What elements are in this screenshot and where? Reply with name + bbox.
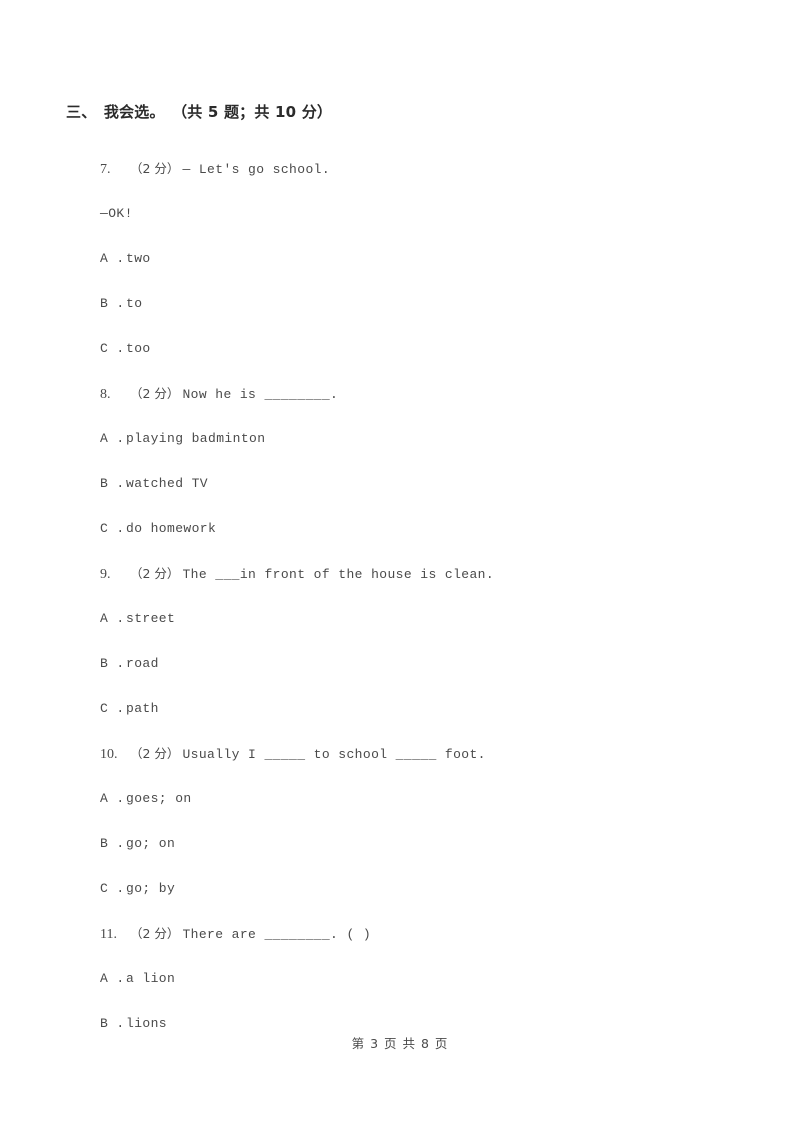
question-stem-line: 10. （2 分） Usually I _____ to school _____ … bbox=[100, 731, 740, 776]
exam-paper-page: 三、 我会选。 （共 5 题；共 10 分） 7. （2 分） — Let's go… bbox=[0, 0, 800, 1132]
option-text: go; by bbox=[126, 881, 176, 896]
question-score: （2 分） bbox=[130, 746, 180, 761]
question-option[interactable]: A .goes; on bbox=[100, 776, 740, 821]
option-letter: B . bbox=[100, 656, 125, 671]
option-letter: C . bbox=[100, 701, 125, 716]
question-option[interactable]: C .go; by bbox=[100, 866, 740, 911]
question-item: 9. （2 分） The ___in front of the house is c… bbox=[100, 551, 740, 731]
option-letter: A . bbox=[100, 431, 125, 446]
question-option[interactable]: A .a lion bbox=[100, 956, 740, 1001]
question-item: 7. （2 分） — Let's go school. —OK! A .two B … bbox=[100, 146, 740, 371]
option-text: go; on bbox=[126, 836, 176, 851]
question-continuation: —OK! bbox=[100, 206, 133, 221]
option-letter: A . bbox=[100, 971, 125, 986]
option-letter: C . bbox=[100, 341, 125, 356]
option-text: a lion bbox=[126, 971, 176, 986]
question-option[interactable]: A .two bbox=[100, 236, 740, 281]
question-stem-line: 11. （2 分） There are ________. ( ) bbox=[100, 911, 740, 956]
option-letter: A . bbox=[100, 791, 125, 806]
question-option[interactable]: B .watched TV bbox=[100, 461, 740, 506]
page-footer: 第 3 页 共 8 页 bbox=[351, 1036, 449, 1051]
option-text: goes; on bbox=[126, 791, 192, 806]
question-option[interactable]: A .playing badminton bbox=[100, 416, 740, 461]
question-score: （2 分） bbox=[130, 161, 180, 176]
question-item: 10. （2 分） Usually I _____ to school _____ … bbox=[100, 731, 740, 911]
question-option[interactable]: B .go; on bbox=[100, 821, 740, 866]
question-option[interactable]: C .too bbox=[100, 326, 740, 371]
section-title: 我会选。 bbox=[103, 103, 165, 121]
question-stem-line: 8. （2 分） Now he is ________. bbox=[100, 371, 740, 416]
question-list: 7. （2 分） — Let's go school. —OK! A .two B … bbox=[100, 146, 740, 1046]
option-letter: C . bbox=[100, 521, 125, 536]
section-heading: 三、 我会选。 （共 5 题；共 10 分） bbox=[66, 101, 332, 122]
question-number: 8. bbox=[100, 387, 111, 402]
option-letter: A . bbox=[100, 251, 125, 266]
option-text: lions bbox=[126, 1016, 168, 1031]
question-number: 10. bbox=[100, 747, 118, 762]
question-score: （2 分） bbox=[130, 926, 180, 941]
option-text: watched TV bbox=[126, 476, 209, 491]
question-number: 7. bbox=[100, 162, 111, 177]
question-option[interactable]: B .to bbox=[100, 281, 740, 326]
question-item: 8. （2 分） Now he is ________. A .playing ba… bbox=[100, 371, 740, 551]
question-stem: Now he is ________. bbox=[182, 387, 339, 402]
question-option[interactable]: C .do homework bbox=[100, 506, 740, 551]
option-letter: B . bbox=[100, 476, 125, 491]
option-text: road bbox=[126, 656, 159, 671]
question-option[interactable]: C .path bbox=[100, 686, 740, 731]
question-stem: Usually I _____ to school _____ foot. bbox=[182, 747, 486, 762]
option-text: two bbox=[126, 251, 151, 266]
question-number: 9. bbox=[100, 567, 111, 582]
section-index: 三、 bbox=[66, 103, 97, 121]
question-stem: — Let's go school. bbox=[182, 162, 331, 177]
option-text: do homework bbox=[126, 521, 217, 536]
option-letter: B . bbox=[100, 296, 125, 311]
question-stem: There are ________. ( ) bbox=[182, 927, 372, 942]
question-score: （2 分） bbox=[130, 386, 180, 401]
option-text: to bbox=[126, 296, 143, 311]
question-number: 11. bbox=[100, 927, 117, 942]
question-option[interactable]: B .road bbox=[100, 641, 740, 686]
question-stem-line: 9. （2 分） The ___in front of the house is c… bbox=[100, 551, 740, 596]
option-text: too bbox=[126, 341, 151, 356]
question-stem: The ___in front of the house is clean. bbox=[182, 567, 495, 582]
option-text: path bbox=[126, 701, 159, 716]
question-item: 11. （2 分） There are ________. ( ) A .a lio… bbox=[100, 911, 740, 1046]
question-option[interactable]: A .street bbox=[100, 596, 740, 641]
question-stem-line: 7. （2 分） — Let's go school. bbox=[100, 146, 740, 191]
question-score: （2 分） bbox=[130, 566, 180, 581]
option-text: street bbox=[126, 611, 176, 626]
option-letter: B . bbox=[100, 836, 125, 851]
section-meta: （共 5 题；共 10 分） bbox=[172, 103, 333, 121]
option-letter: A . bbox=[100, 611, 125, 626]
option-letter: C . bbox=[100, 881, 125, 896]
option-text: playing badminton bbox=[126, 431, 266, 446]
